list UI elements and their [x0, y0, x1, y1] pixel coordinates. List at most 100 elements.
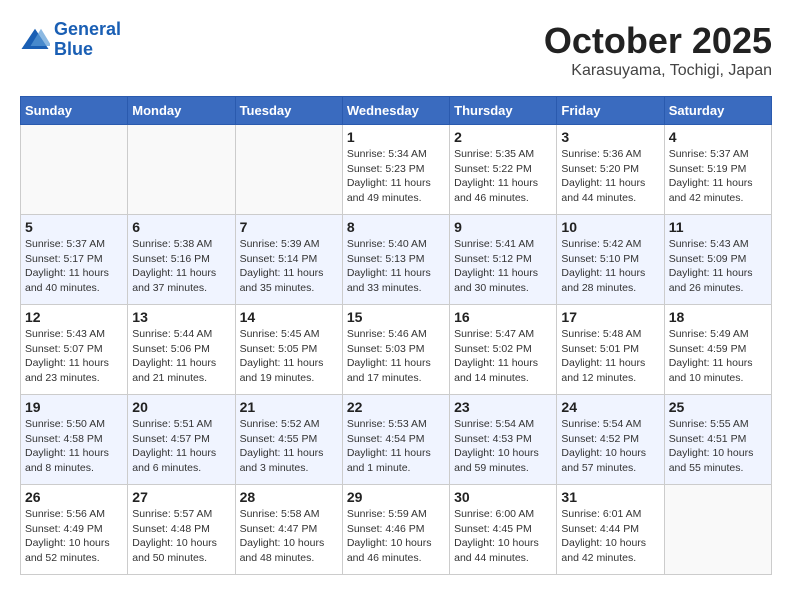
- logo-blue: Blue: [54, 39, 93, 59]
- calendar-cell: 5Sunrise: 5:37 AM Sunset: 5:17 PM Daylig…: [21, 215, 128, 305]
- calendar-cell: 13Sunrise: 5:44 AM Sunset: 5:06 PM Dayli…: [128, 305, 235, 395]
- calendar-cell: 31 Sunrise: 6:01 AM Sunset: 4:44 PM Dayli…: [557, 485, 664, 575]
- day-info: Sunrise: 5:53 AM Sunset: 4:54 PM Dayligh…: [347, 417, 445, 476]
- calendar-cell: 29 Sunrise: 5:59 AM Sunset: 4:46 PM Dayli…: [342, 485, 449, 575]
- day-number: 20: [132, 399, 230, 415]
- calendar-header-row: SundayMondayTuesdayWednesdayThursdayFrid…: [21, 97, 772, 125]
- calendar-cell: 26Sunrise: 5:56 AM Sunset: 4:49 PM Dayli…: [21, 485, 128, 575]
- day-number: 2: [454, 129, 552, 145]
- calendar-cell: 10Sunrise: 5:42 AM Sunset: 5:10 PM Dayli…: [557, 215, 664, 305]
- day-number: 12: [25, 309, 123, 325]
- calendar-cell: 20 Sunrise: 5:51 AM Sunset: 4:57 PM Dayli…: [128, 395, 235, 485]
- day-info: Sunrise: 5:39 AM Sunset: 5:14 PM Dayligh…: [240, 237, 338, 296]
- calendar-cell: 22Sunrise: 5:53 AM Sunset: 4:54 PM Dayli…: [342, 395, 449, 485]
- calendar-cell: 19Sunrise: 5:50 AM Sunset: 4:58 PM Dayli…: [21, 395, 128, 485]
- day-info: Sunrise: 5:59 AM Sunset: 4:46 PM Dayligh…: [347, 507, 445, 566]
- logo-icon: [20, 25, 50, 55]
- calendar-table: SundayMondayTuesdayWednesdayThursdayFrid…: [20, 96, 772, 575]
- day-info: Sunrise: 5:41 AM Sunset: 5:12 PM Dayligh…: [454, 237, 552, 296]
- calendar-week-4: 19Sunrise: 5:50 AM Sunset: 4:58 PM Dayli…: [21, 395, 772, 485]
- calendar-cell: 9 Sunrise: 5:41 AM Sunset: 5:12 PM Daylig…: [450, 215, 557, 305]
- calendar-header-friday: Friday: [557, 97, 664, 125]
- calendar-week-3: 12 Sunrise: 5:43 AM Sunset: 5:07 PM Dayli…: [21, 305, 772, 395]
- day-info: Sunrise: 5:37 AM Sunset: 5:17 PM Dayligh…: [25, 237, 123, 296]
- calendar-cell: [235, 125, 342, 215]
- logo-general: General: [54, 19, 121, 39]
- day-number: 4: [669, 129, 767, 145]
- page-header: General Blue October 2025 Karasuyama, To…: [20, 20, 772, 80]
- day-info: Sunrise: 5:34 AM Sunset: 5:23 PM Dayligh…: [347, 147, 445, 206]
- day-info: Sunrise: 5:52 AM Sunset: 4:55 PM Dayligh…: [240, 417, 338, 476]
- calendar-cell: 17Sunrise: 5:48 AM Sunset: 5:01 PM Dayli…: [557, 305, 664, 395]
- day-number: 19: [25, 399, 123, 415]
- day-number: 18: [669, 309, 767, 325]
- calendar-cell: 24 Sunrise: 5:54 AM Sunset: 4:52 PM Dayli…: [557, 395, 664, 485]
- calendar-body: 1Sunrise: 5:34 AM Sunset: 5:23 PM Daylig…: [21, 125, 772, 575]
- calendar-cell: 15 Sunrise: 5:46 AM Sunset: 5:03 PM Dayli…: [342, 305, 449, 395]
- day-info: Sunrise: 6:00 AM Sunset: 4:45 PM Dayligh…: [454, 507, 552, 566]
- day-number: 9: [454, 219, 552, 235]
- calendar-cell: 6 Sunrise: 5:38 AM Sunset: 5:16 PM Daylig…: [128, 215, 235, 305]
- calendar-cell: 23 Sunrise: 5:54 AM Sunset: 4:53 PM Dayli…: [450, 395, 557, 485]
- day-number: 24: [561, 399, 659, 415]
- day-number: 23: [454, 399, 552, 415]
- calendar-cell: 11 Sunrise: 5:43 AM Sunset: 5:09 PM Dayli…: [664, 215, 771, 305]
- calendar-header-sunday: Sunday: [21, 97, 128, 125]
- day-info: Sunrise: 5:44 AM Sunset: 5:06 PM Dayligh…: [132, 327, 230, 386]
- calendar-cell: [664, 485, 771, 575]
- day-number: 30: [454, 489, 552, 505]
- calendar-cell: 4 Sunrise: 5:37 AM Sunset: 5:19 PM Daylig…: [664, 125, 771, 215]
- day-info: Sunrise: 5:36 AM Sunset: 5:20 PM Dayligh…: [561, 147, 659, 206]
- day-number: 29: [347, 489, 445, 505]
- day-number: 31: [561, 489, 659, 505]
- day-info: Sunrise: 5:37 AM Sunset: 5:19 PM Dayligh…: [669, 147, 767, 206]
- day-info: Sunrise: 6:01 AM Sunset: 4:44 PM Dayligh…: [561, 507, 659, 566]
- day-number: 16: [454, 309, 552, 325]
- calendar-week-2: 5Sunrise: 5:37 AM Sunset: 5:17 PM Daylig…: [21, 215, 772, 305]
- calendar-cell: 21Sunrise: 5:52 AM Sunset: 4:55 PM Dayli…: [235, 395, 342, 485]
- day-number: 11: [669, 219, 767, 235]
- day-number: 10: [561, 219, 659, 235]
- day-info: Sunrise: 5:43 AM Sunset: 5:07 PM Dayligh…: [25, 327, 123, 386]
- day-info: Sunrise: 5:48 AM Sunset: 5:01 PM Dayligh…: [561, 327, 659, 386]
- day-number: 25: [669, 399, 767, 415]
- day-number: 15: [347, 309, 445, 325]
- day-info: Sunrise: 5:54 AM Sunset: 4:53 PM Dayligh…: [454, 417, 552, 476]
- calendar-cell: [128, 125, 235, 215]
- day-info: Sunrise: 5:43 AM Sunset: 5:09 PM Dayligh…: [669, 237, 767, 296]
- calendar-cell: [21, 125, 128, 215]
- calendar-cell: 2 Sunrise: 5:35 AM Sunset: 5:22 PM Daylig…: [450, 125, 557, 215]
- day-info: Sunrise: 5:46 AM Sunset: 5:03 PM Dayligh…: [347, 327, 445, 386]
- day-info: Sunrise: 5:57 AM Sunset: 4:48 PM Dayligh…: [132, 507, 230, 566]
- calendar-header-tuesday: Tuesday: [235, 97, 342, 125]
- day-info: Sunrise: 5:40 AM Sunset: 5:13 PM Dayligh…: [347, 237, 445, 296]
- logo-text: General Blue: [54, 20, 121, 60]
- day-info: Sunrise: 5:45 AM Sunset: 5:05 PM Dayligh…: [240, 327, 338, 386]
- calendar-week-5: 26Sunrise: 5:56 AM Sunset: 4:49 PM Dayli…: [21, 485, 772, 575]
- day-info: Sunrise: 5:35 AM Sunset: 5:22 PM Dayligh…: [454, 147, 552, 206]
- calendar-cell: 14Sunrise: 5:45 AM Sunset: 5:05 PM Dayli…: [235, 305, 342, 395]
- calendar-cell: 28Sunrise: 5:58 AM Sunset: 4:47 PM Dayli…: [235, 485, 342, 575]
- calendar-cell: 30 Sunrise: 6:00 AM Sunset: 4:45 PM Dayli…: [450, 485, 557, 575]
- day-info: Sunrise: 5:38 AM Sunset: 5:16 PM Dayligh…: [132, 237, 230, 296]
- day-info: Sunrise: 5:51 AM Sunset: 4:57 PM Dayligh…: [132, 417, 230, 476]
- day-number: 3: [561, 129, 659, 145]
- title-area: October 2025 Karasuyama, Tochigi, Japan: [544, 20, 772, 80]
- calendar-cell: 12 Sunrise: 5:43 AM Sunset: 5:07 PM Dayli…: [21, 305, 128, 395]
- calendar-cell: 18 Sunrise: 5:49 AM Sunset: 4:59 PM Dayli…: [664, 305, 771, 395]
- calendar-header-thursday: Thursday: [450, 97, 557, 125]
- day-info: Sunrise: 5:54 AM Sunset: 4:52 PM Dayligh…: [561, 417, 659, 476]
- calendar-cell: 7 Sunrise: 5:39 AM Sunset: 5:14 PM Daylig…: [235, 215, 342, 305]
- day-info: Sunrise: 5:49 AM Sunset: 4:59 PM Dayligh…: [669, 327, 767, 386]
- day-number: 6: [132, 219, 230, 235]
- day-number: 27: [132, 489, 230, 505]
- day-number: 8: [347, 219, 445, 235]
- day-number: 26: [25, 489, 123, 505]
- calendar-header-monday: Monday: [128, 97, 235, 125]
- calendar-header-wednesday: Wednesday: [342, 97, 449, 125]
- calendar-cell: 25Sunrise: 5:55 AM Sunset: 4:51 PM Dayli…: [664, 395, 771, 485]
- day-number: 7: [240, 219, 338, 235]
- day-info: Sunrise: 5:58 AM Sunset: 4:47 PM Dayligh…: [240, 507, 338, 566]
- month-title: October 2025: [544, 20, 772, 62]
- calendar-week-1: 1Sunrise: 5:34 AM Sunset: 5:23 PM Daylig…: [21, 125, 772, 215]
